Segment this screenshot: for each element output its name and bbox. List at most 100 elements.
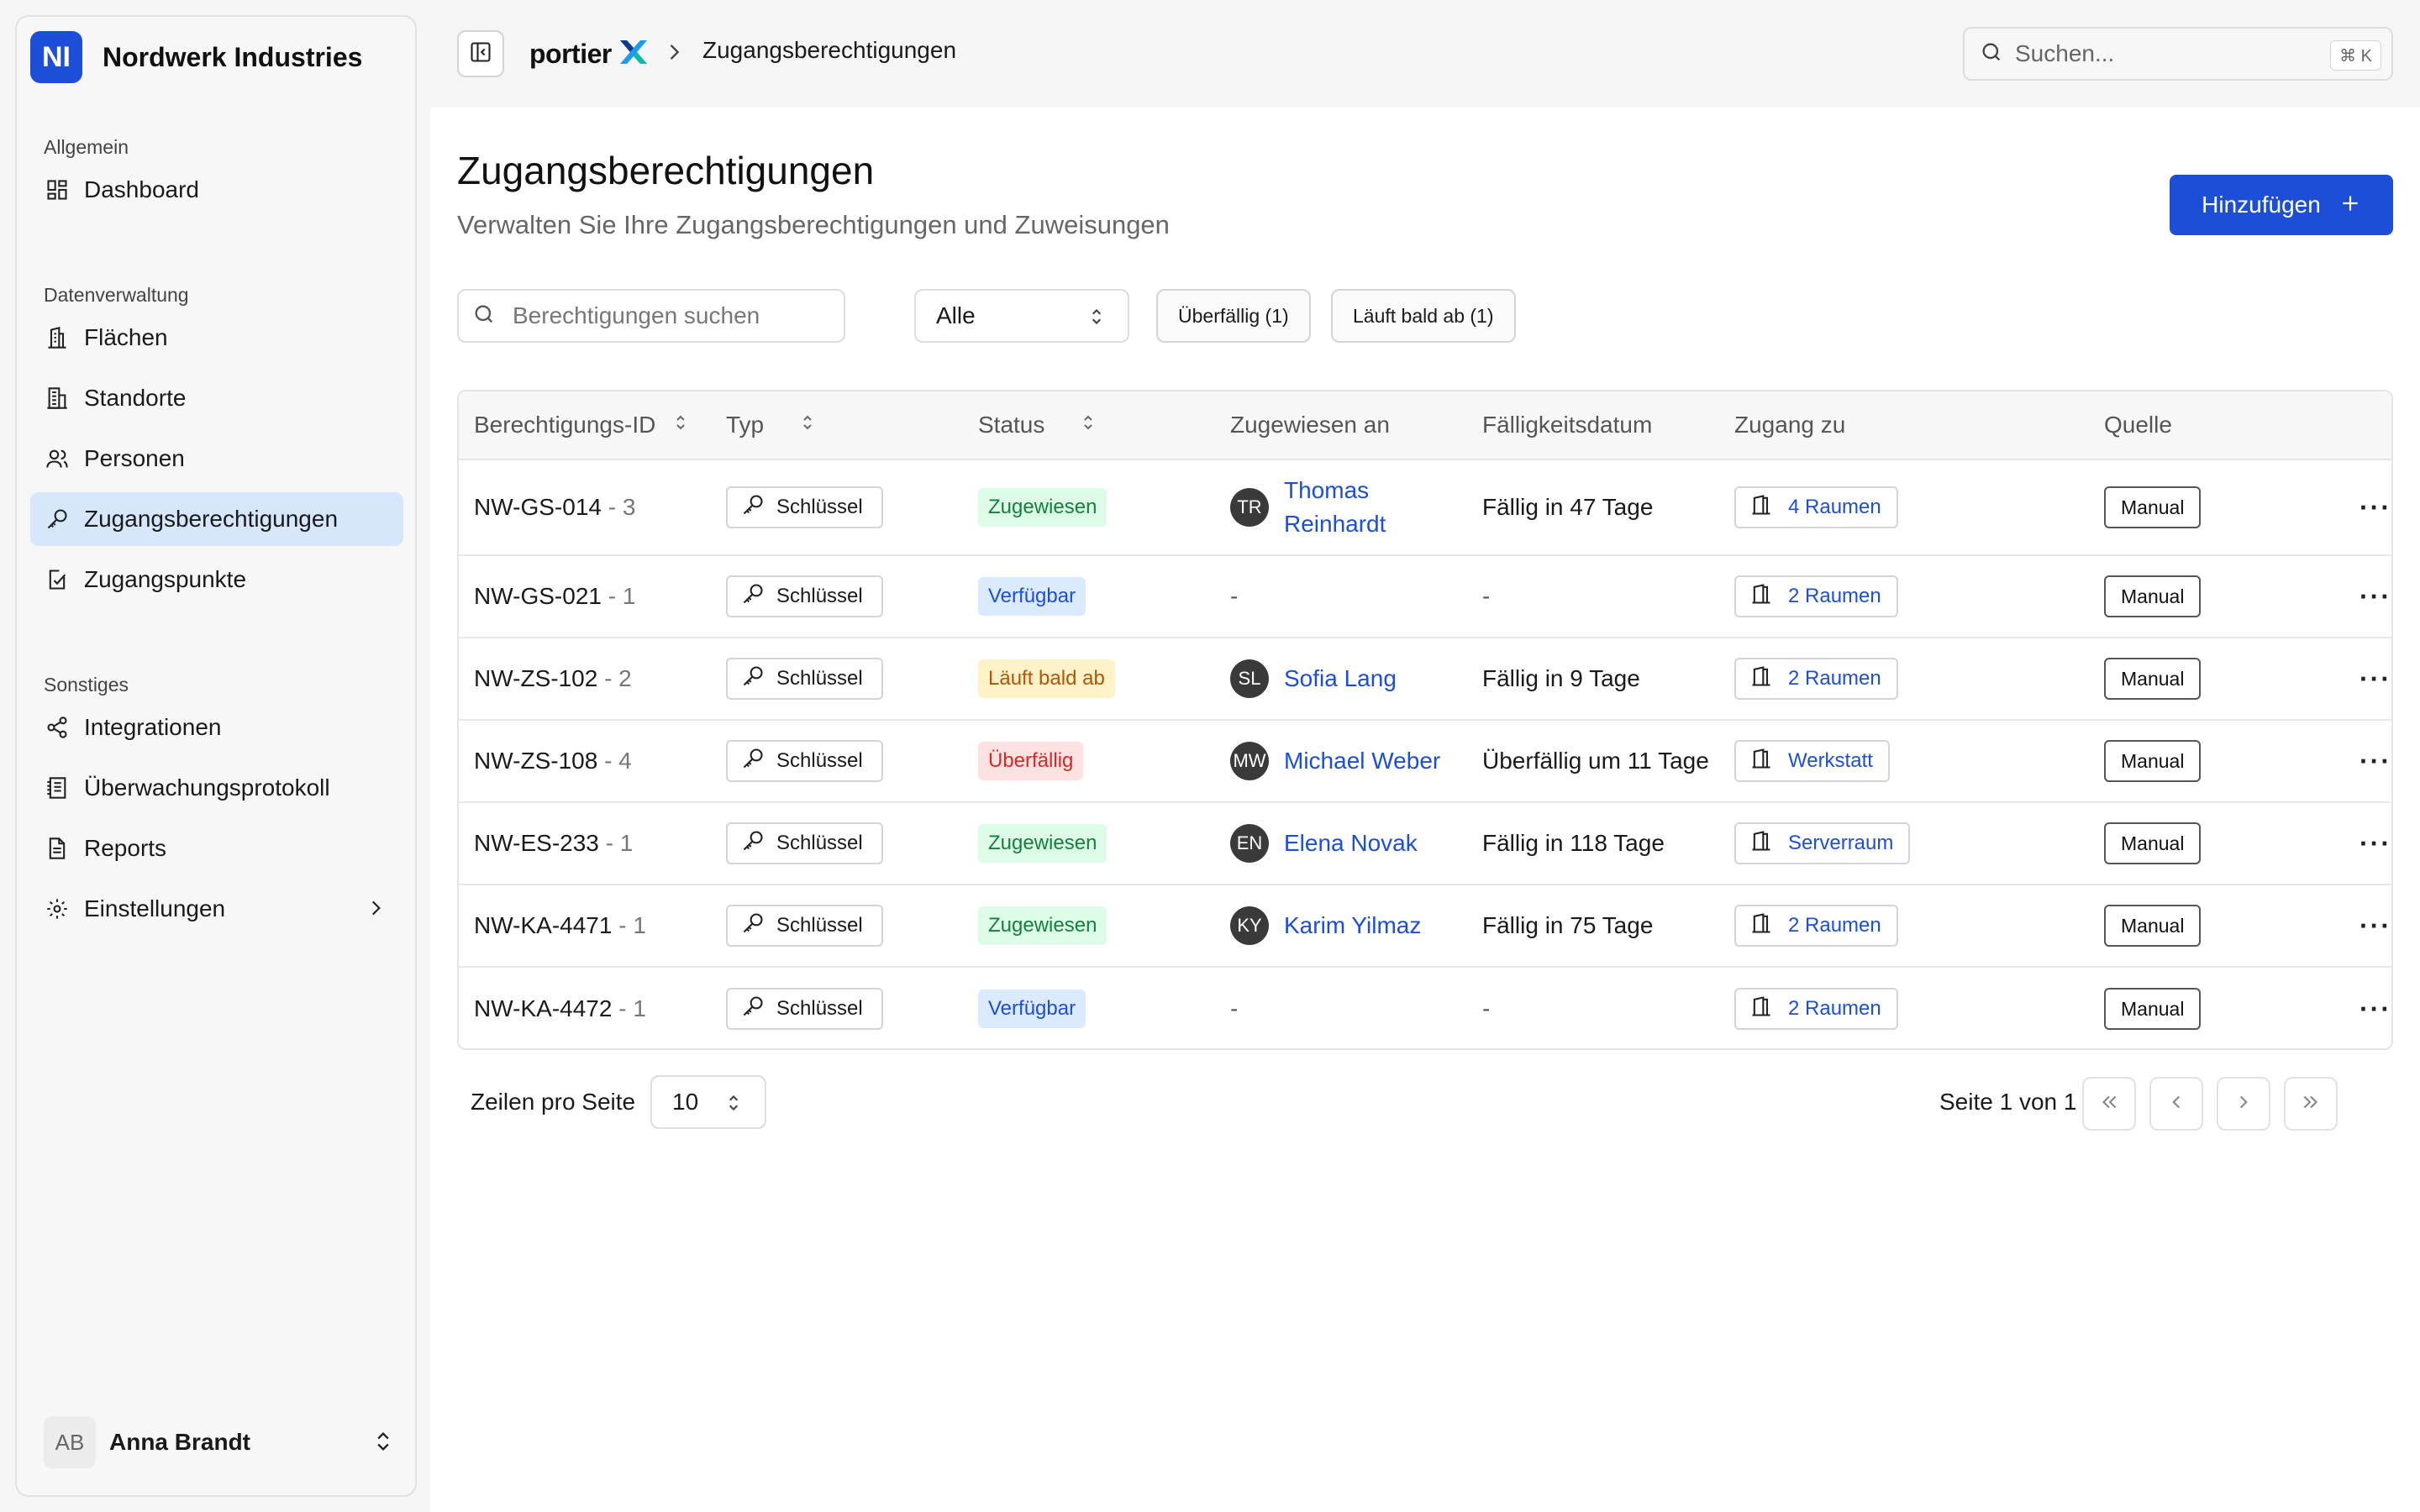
column-header-id[interactable]: Berechtigungs-ID bbox=[474, 412, 691, 438]
access-rooms-button[interactable]: Werkstatt bbox=[1734, 740, 1890, 782]
table-header: Berechtigungs-ID Typ Status Zugewiesen a… bbox=[459, 391, 2391, 460]
door-icon bbox=[1749, 911, 1773, 941]
buildings-icon bbox=[44, 385, 71, 412]
assigned-person-link[interactable]: Sofia Lang bbox=[1284, 662, 1397, 696]
add-button[interactable]: Hinzufügen bbox=[2170, 175, 2393, 235]
column-header-type[interactable]: Typ bbox=[726, 412, 818, 438]
row-actions-button[interactable]: ··· bbox=[2360, 638, 2391, 719]
column-header-due: Fälligkeitsdatum bbox=[1482, 412, 1653, 438]
sidebar-item-standorte[interactable]: Standorte bbox=[30, 371, 403, 425]
type-badge: Schlüssel bbox=[726, 658, 883, 700]
door-check-icon bbox=[44, 566, 71, 593]
access-rooms-button[interactable]: 2 Raumen bbox=[1734, 988, 1898, 1030]
assigned-person-link[interactable]: Thomas Reinhardt bbox=[1284, 474, 1410, 541]
source-cell: Manual bbox=[2104, 721, 2202, 801]
assigned-cell: EN Elena Novak bbox=[1230, 803, 1418, 884]
sidebar-item-dashboard[interactable]: Dashboard bbox=[30, 163, 403, 217]
status-cell: Zugewiesen bbox=[978, 460, 1107, 554]
rows-per-page-label: Zeilen pro Seite bbox=[471, 1089, 636, 1115]
access-rooms-button[interactable]: 2 Raumen bbox=[1734, 658, 1898, 700]
key-icon bbox=[741, 664, 765, 694]
type-label: Schlüssel bbox=[776, 832, 863, 854]
sidebar-item-ueberwachungsprotokoll[interactable]: Überwachungsprotokoll bbox=[30, 761, 403, 815]
last-page-button[interactable] bbox=[2284, 1077, 2338, 1131]
key-icon bbox=[741, 911, 765, 941]
due-cell: - bbox=[1482, 968, 1490, 1048]
sidebar-item-integrationen[interactable]: Integrationen bbox=[30, 701, 403, 754]
sidebar-item-einstellungen[interactable]: Einstellungen bbox=[30, 882, 403, 936]
org-logo: NI bbox=[30, 31, 82, 83]
sidebar-item-zugangspunkte[interactable]: Zugangspunkte bbox=[30, 553, 403, 606]
row-actions-button[interactable]: ··· bbox=[2360, 556, 2391, 637]
previous-page-button[interactable] bbox=[2149, 1077, 2203, 1131]
table-row[interactable]: NW-ZS-108 - 4 Schlüssel Überfällig MW Michae… bbox=[459, 721, 2391, 803]
chevron-up-down-icon bbox=[371, 1430, 395, 1457]
table-row[interactable]: NW-ZS-102 - 2 Schlüssel Läuft bald ab SL Sof… bbox=[459, 638, 2391, 721]
filter-chip-overdue[interactable]: Überfällig (1) bbox=[1156, 289, 1311, 343]
row-actions-button[interactable]: ··· bbox=[2360, 460, 2391, 554]
row-actions-button[interactable]: ··· bbox=[2360, 885, 2391, 966]
first-page-button[interactable] bbox=[2082, 1077, 2136, 1131]
sidebar-item-reports[interactable]: Reports bbox=[30, 822, 403, 875]
chevron-right-icon bbox=[365, 897, 387, 925]
source-badge: Manual bbox=[2104, 905, 2202, 947]
door-icon bbox=[1749, 664, 1773, 694]
access-label: 4 Raumen bbox=[1788, 496, 1881, 518]
access-rooms-button[interactable]: 4 Raumen bbox=[1734, 486, 1898, 528]
access-label: 2 Raumen bbox=[1788, 585, 1881, 607]
row-actions-button[interactable]: ··· bbox=[2360, 803, 2391, 884]
sidebar-item-label: Dashboard bbox=[84, 176, 199, 202]
type-label: Schlüssel bbox=[776, 914, 863, 937]
sidebar-item-label: Einstellungen bbox=[84, 895, 226, 921]
avatar: KY bbox=[1230, 906, 1269, 945]
table-row[interactable]: NW-GS-014 - 3 Schlüssel Zugewiesen TR Thomas… bbox=[459, 460, 2391, 556]
search-icon bbox=[472, 302, 496, 330]
column-header-status[interactable]: Status bbox=[978, 412, 1098, 438]
sidebar: NI Nordwerk Industries Allgemein Dashboa… bbox=[15, 15, 417, 1497]
assigned-person-link[interactable]: Karim Yilmaz bbox=[1284, 909, 1421, 942]
row-actions-button[interactable]: ··· bbox=[2360, 721, 2391, 801]
sidebar-item-label: Zugangsberechtigungen bbox=[84, 506, 339, 532]
rows-per-page-select[interactable]: 10 bbox=[650, 1075, 766, 1129]
permissions-table: Berechtigungs-ID Typ Status Zugewiesen a… bbox=[457, 390, 2393, 1050]
status-badge: Zugewiesen bbox=[978, 488, 1107, 527]
permission-search-input[interactable]: Berechtigungen suchen bbox=[457, 289, 845, 343]
sidebar-item-zugangsberechtigungen[interactable]: Zugangsberechtigungen bbox=[30, 492, 403, 546]
due-cell: Fällig in 118 Tage bbox=[1482, 803, 1665, 884]
type-cell: Schlüssel bbox=[726, 803, 883, 884]
status-cell: Verfügbar bbox=[978, 556, 1086, 637]
status-filter-select[interactable]: Alle bbox=[914, 289, 1129, 343]
access-rooms-button[interactable]: 2 Raumen bbox=[1734, 905, 1898, 947]
permission-id: NW-ZS-108 bbox=[474, 748, 598, 774]
source-cell: Manual bbox=[2104, 803, 2202, 884]
brand-logo[interactable]: portier bbox=[529, 32, 650, 76]
table-row[interactable]: NW-GS-021 - 1 Schlüssel Verfügbar - - 2 Raume… bbox=[459, 556, 2391, 638]
permission-id-cell: NW-ES-233 - 1 bbox=[474, 803, 633, 884]
permission-id-cell: NW-KA-4472 - 1 bbox=[474, 968, 646, 1048]
sidebar-toggle-button[interactable] bbox=[457, 30, 504, 77]
sidebar-item-personen[interactable]: Personen bbox=[30, 432, 403, 486]
access-rooms-button[interactable]: 2 Raumen bbox=[1734, 575, 1898, 617]
sidebar-item-label: Integrationen bbox=[84, 714, 222, 740]
type-badge: Schlüssel bbox=[726, 822, 883, 864]
row-actions-button[interactable]: ··· bbox=[2360, 968, 2391, 1048]
assigned-person-empty: - bbox=[1230, 995, 1239, 1021]
filter-chip-expiring[interactable]: Läuft bald ab (1) bbox=[1331, 289, 1516, 343]
org-switcher[interactable]: NI Nordwerk Industries bbox=[30, 30, 362, 84]
access-rooms-button[interactable]: Serverraum bbox=[1734, 822, 1911, 864]
access-cell: 2 Raumen bbox=[1734, 968, 1898, 1048]
permission-id-cell: NW-GS-021 - 1 bbox=[474, 556, 635, 637]
assigned-person-link[interactable]: Elena Novak bbox=[1284, 827, 1418, 860]
table-row[interactable]: NW-ES-233 - 1 Schlüssel Zugewiesen EN Elena … bbox=[459, 803, 2391, 885]
table-row[interactable]: NW-KA-4472 - 1 Schlüssel Verfügbar - - 2 Raum… bbox=[459, 968, 2391, 1048]
next-page-button[interactable] bbox=[2217, 1077, 2270, 1131]
keyboard-shortcut: ⌘ K bbox=[2330, 40, 2381, 71]
access-cell: 4 Raumen bbox=[1734, 460, 1898, 554]
door-icon bbox=[1749, 582, 1773, 612]
table-row[interactable]: NW-KA-4471 - 1 Schlüssel Zugewiesen KY Karim… bbox=[459, 885, 2391, 968]
permission-id: NW-ES-233 bbox=[474, 830, 599, 856]
global-search-input[interactable]: Suchen... ⌘ K bbox=[1963, 27, 2393, 81]
sidebar-item-flaechen[interactable]: Flächen bbox=[30, 311, 403, 365]
assigned-person-link[interactable]: Michael Weber bbox=[1284, 744, 1440, 778]
user-menu[interactable]: AB Anna Brandt bbox=[44, 1416, 405, 1468]
